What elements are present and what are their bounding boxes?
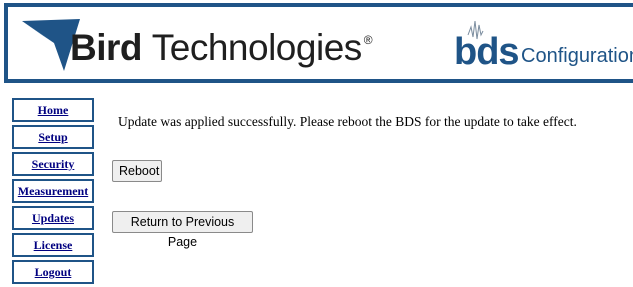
nav-item-home[interactable]: Home [12,98,94,122]
nav-item-updates[interactable]: Updates [12,206,94,230]
nav-item-measurement[interactable]: Measurement [12,179,94,203]
nav-item-setup[interactable]: Setup [12,125,94,149]
reboot-button[interactable]: Reboot [112,160,162,182]
sidebar-nav: Home Setup Security Measurement Updates … [12,98,94,287]
product-subtitle: Configuration [521,45,633,67]
status-message: Update was applied successfully. Please … [118,114,577,129]
nav-item-security[interactable]: Security [12,152,94,176]
nav-link-measurement[interactable]: Measurement [18,184,88,198]
nav-item-logout[interactable]: Logout [12,260,94,284]
return-to-previous-page-button[interactable]: Return to Previous Page [112,211,253,249]
company-name: Bird Technologies ® [70,27,373,68]
nav-link-logout[interactable]: Logout [35,265,72,279]
nav-link-setup[interactable]: Setup [38,130,67,144]
nav-item-license[interactable]: License [12,233,94,257]
header-banner: Bird Technologies ® bds Configuration [4,3,633,83]
nav-link-home[interactable]: Home [38,103,69,117]
bds-logo: bds [454,31,520,73]
nav-link-security[interactable]: Security [32,157,75,171]
nav-link-license[interactable]: License [34,238,73,252]
nav-link-updates[interactable]: Updates [32,211,74,225]
